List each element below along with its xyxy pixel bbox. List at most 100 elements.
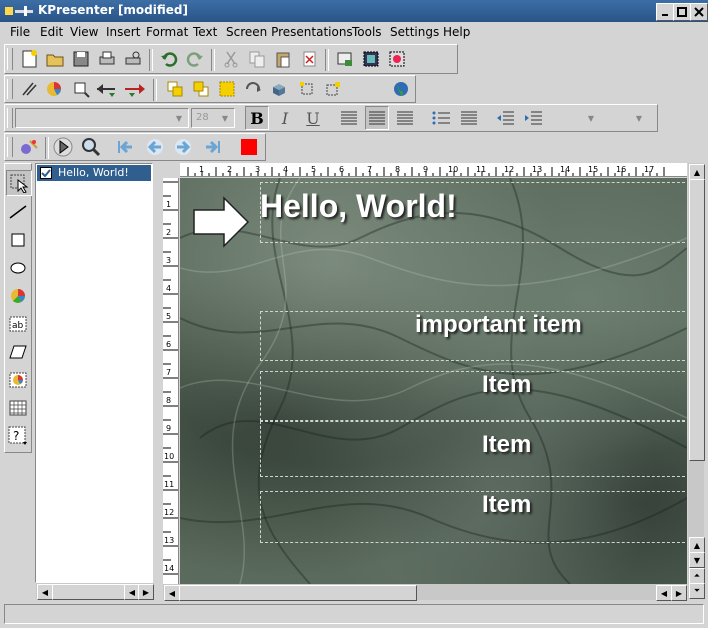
scroll-thumb[interactable] xyxy=(179,585,417,601)
menu-tools[interactable]: Tools xyxy=(352,25,382,39)
bold-button[interactable]: B xyxy=(245,106,269,130)
save-button[interactable] xyxy=(69,47,93,71)
text-frame-2[interactable] xyxy=(260,371,687,421)
underline-button[interactable]: U xyxy=(301,106,325,130)
scroll-left-button[interactable]: ◀ xyxy=(37,584,53,600)
list-item[interactable]: Hello, World! xyxy=(37,165,151,181)
toolbar-grip[interactable] xyxy=(7,48,13,70)
scroll-up-button[interactable]: ▲ xyxy=(689,164,705,180)
text-tool[interactable]: ab xyxy=(6,312,30,336)
toolbar-grip[interactable] xyxy=(7,108,13,128)
font-family-combo[interactable]: ▼ xyxy=(15,108,189,128)
close-button[interactable] xyxy=(690,3,708,21)
scroll-left-button[interactable]: ◀ xyxy=(656,585,672,601)
rotate-button[interactable] xyxy=(241,77,265,101)
bg-color-dropdown[interactable]: ▼ xyxy=(601,106,647,130)
open-button[interactable] xyxy=(43,47,67,71)
menu-format[interactable]: Format xyxy=(146,25,188,39)
bullet-list-button[interactable] xyxy=(429,106,453,130)
menu-view[interactable]: View xyxy=(70,25,98,39)
group-button[interactable] xyxy=(215,77,239,101)
previous-page-button[interactable] xyxy=(143,135,167,159)
menu-help[interactable]: Help xyxy=(443,25,470,39)
ungroup-button[interactable] xyxy=(321,77,345,101)
insert-object-tool[interactable]: ? xyxy=(6,424,30,448)
italic-button[interactable]: I xyxy=(273,106,297,130)
insert-picture-button[interactable] xyxy=(359,47,383,71)
effects-button[interactable] xyxy=(17,135,41,159)
text-options-button[interactable] xyxy=(69,77,93,101)
menu-file[interactable]: File xyxy=(10,25,30,39)
shadow-button[interactable] xyxy=(267,77,291,101)
horizontal-ruler[interactable]: 1 2 3 4 5 6 7 8 9 10 11 12 13 14 15 16 1… xyxy=(180,163,687,177)
start-presentation-button[interactable] xyxy=(51,135,75,159)
menu-settings[interactable]: Settings xyxy=(390,25,439,39)
scroll-left-button[interactable]: ◀ xyxy=(164,585,180,601)
decrease-indent-button[interactable] xyxy=(493,106,517,130)
print-button[interactable] xyxy=(95,47,119,71)
redo-button[interactable] xyxy=(183,47,207,71)
first-page-button[interactable] xyxy=(113,135,137,159)
align-right-button[interactable] xyxy=(393,106,417,130)
pen-button[interactable] xyxy=(17,77,41,101)
previous-slide-button[interactable]: ⏶ xyxy=(689,568,705,584)
scroll-up-button[interactable]: ▲ xyxy=(689,537,705,553)
undo-button[interactable] xyxy=(157,47,181,71)
toolbar-grip[interactable] xyxy=(7,137,13,157)
ellipse-tool[interactable] xyxy=(6,256,30,280)
delete-button[interactable] xyxy=(297,47,321,71)
align-center-button[interactable] xyxy=(365,106,389,130)
increase-indent-button[interactable] xyxy=(521,106,545,130)
line-tool[interactable] xyxy=(6,200,30,224)
print-preview-button[interactable] xyxy=(121,47,145,71)
scroll-right-button[interactable]: ▶ xyxy=(671,585,687,601)
font-size-combo[interactable]: 28 ▼ xyxy=(191,108,235,128)
text-color-dropdown[interactable]: ▼ xyxy=(553,106,599,130)
align-left-button[interactable] xyxy=(337,106,361,130)
pie-tool[interactable] xyxy=(6,284,30,308)
scroll-thumb[interactable] xyxy=(52,584,126,600)
line-begin-button[interactable] xyxy=(95,77,119,101)
menu-text[interactable]: Text xyxy=(193,25,217,39)
menu-screen-presentations[interactable]: Screen Presentations xyxy=(226,25,353,39)
maximize-button[interactable] xyxy=(673,3,691,21)
select-tool[interactable] xyxy=(6,170,32,196)
paste-button[interactable] xyxy=(271,47,295,71)
stop-button[interactable] xyxy=(237,135,261,159)
menu-edit[interactable]: Edit xyxy=(40,25,63,39)
checkbox-checked-icon[interactable] xyxy=(40,167,52,179)
next-page-button[interactable] xyxy=(171,135,195,159)
lower-button[interactable] xyxy=(189,77,213,101)
last-page-button[interactable] xyxy=(201,135,225,159)
scroll-down-button[interactable]: ▼ xyxy=(689,552,705,568)
minimize-button[interactable] xyxy=(656,3,674,21)
scroll-right-button[interactable]: ▶ xyxy=(138,584,154,600)
rectangle-tool[interactable] xyxy=(6,228,30,252)
justify-button[interactable] xyxy=(457,106,481,130)
toolbar-grip[interactable] xyxy=(7,79,13,99)
vertical-ruler[interactable]: 1 2 3 4 5 6 7 8 9 10 11 12 13 14 xyxy=(163,178,179,584)
zoom-button[interactable] xyxy=(79,135,103,159)
align-objects-button[interactable] xyxy=(295,77,319,101)
copy-button[interactable] xyxy=(245,47,269,71)
new-document-button[interactable] xyxy=(17,47,41,71)
web-button[interactable] xyxy=(389,77,413,101)
pie-color-button[interactable] xyxy=(43,77,67,101)
scroll-thumb[interactable] xyxy=(689,179,705,461)
text-frame-4[interactable] xyxy=(260,491,687,543)
next-slide-button[interactable]: ⏷ xyxy=(689,583,705,599)
cut-button[interactable] xyxy=(219,47,243,71)
arrow-shape[interactable] xyxy=(192,196,250,250)
line-end-button[interactable] xyxy=(123,77,147,101)
insert-clipart-button[interactable] xyxy=(385,47,409,71)
table-tool[interactable] xyxy=(6,396,30,420)
menu-insert[interactable]: Insert xyxy=(106,25,140,39)
text-frame-3[interactable] xyxy=(260,421,687,477)
polygon-tool[interactable] xyxy=(6,340,30,364)
vertical-scrollbar[interactable]: ▲ ▲ ▼ ⏶ ⏷ xyxy=(688,163,705,599)
horizontal-scrollbar[interactable]: ◀ ◀ ▶ xyxy=(163,584,687,601)
raise-button[interactable] xyxy=(163,77,187,101)
sidebar-hscrollbar[interactable]: ◀ ◀ ▶ xyxy=(36,583,154,600)
slide-canvas[interactable]: Hello, World! important item Item Item I… xyxy=(180,178,687,584)
chart-tool[interactable] xyxy=(6,368,30,392)
